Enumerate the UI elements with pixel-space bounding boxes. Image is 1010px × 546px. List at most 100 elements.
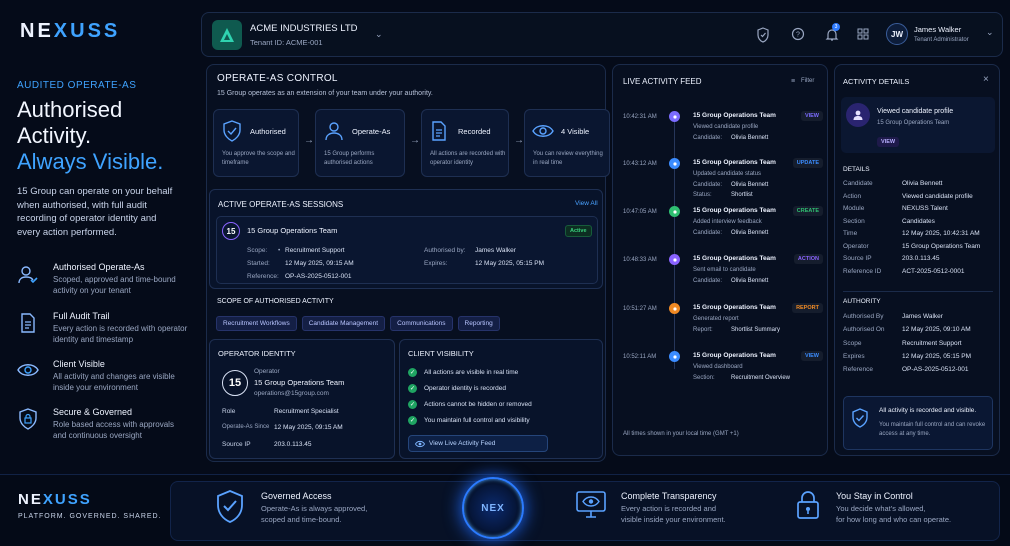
eye-icon [415,440,425,448]
detail-value: Viewed candidate profile [902,192,973,200]
expires-label: Expires: [424,260,448,267]
user-role: Tenant Administrator [914,37,969,43]
visibility-text: All actions are visible in real time [424,369,519,376]
started-value: 12 May 2025, 09:15 AM [285,260,354,267]
hero-headline: Authorised Activity. Always Visible. [17,97,163,175]
activity-type-icon [669,351,680,362]
feed-value: Olivia Bennett [731,230,769,236]
activity-type-icon [669,158,680,169]
monitor-eye-icon [575,490,607,520]
action-tag: VIEW [800,111,823,121]
visibility-item: ✓ You maintain full control and visibili… [408,416,598,428]
arrow-right-icon: → [304,135,314,146]
feed-value: Shortlist [731,192,753,198]
detail-value: 12 May 2025, 10:42:31 AM [902,230,980,237]
top-bar: ACME INDUSTRIES LTD Tenant ID: ACME-001 … [201,12,1003,57]
detail-label: Scope [843,339,862,347]
footer-band: NEXUSS PLATFORM. GOVERNED. SHARED. Gover… [0,474,1010,546]
chevron-down-icon: ⌄ [986,27,994,37]
feed-value: Recruitment Overview [731,375,791,381]
view-live-feed-button[interactable]: View Live Activity Feed [408,435,548,452]
panel-subtitle: 15 Group operates as an extension of you… [217,90,433,97]
visibility-item: ✓ All actions are visible in real time [408,368,598,380]
tenant-id: Tenant ID: ACME-001 [250,38,323,47]
scope-label: Scope: [247,247,268,254]
eye-icon [532,122,554,140]
authorised-by-label: Authorised by: [424,247,466,254]
shield-check-icon [851,408,869,428]
detail-action: Viewed candidate profile [877,108,954,115]
brand-logo[interactable]: NEXUSS [20,20,120,43]
team-badge: 15 [222,222,240,240]
feed-item[interactable]: 10:42:31 AM 15 Group Operations Team Viewe… [619,109,823,153]
feed-key: Candidate: [693,230,723,236]
feed-key: Report: [693,327,713,333]
view-all-link[interactable]: View All [575,200,598,207]
feed-key: Section: [693,375,715,381]
reference-value: OP-AS-2025-0512-001 [285,273,352,280]
tenant-switcher[interactable]: ACME INDUSTRIES LTD Tenant ID: ACME-001 … [212,19,392,51]
feature-title: Full Audit Trail [53,311,110,321]
operator-email: operations@15group.com [254,390,329,397]
feed-key: Candidate: [693,135,723,141]
section-title: CLIENT VISIBILITY [408,349,474,358]
visibility-text: Actions cannot be hidden or removed [424,401,532,408]
notification-count: 3 [832,23,840,31]
expires-value: 12 May 2025, 05:15 PM [475,260,545,267]
user-icon [846,103,870,127]
detail-label: Candidate [843,180,873,187]
session-row[interactable]: 15 15 Group Operations Team Active Scope… [216,216,598,284]
authority-list: Authorised By James Walker Authorised On 12… [843,313,997,379]
scope-value: Recruitment Support [285,247,345,254]
feed-action: Sent email to candidate [693,267,756,273]
footer-feature: Complete Transparency Every action is re… [575,487,755,537]
logo-text-right: USS [70,20,121,42]
panel-title: LIVE ACTIVITY FEED [623,77,702,86]
user-icon [324,121,344,141]
recorded-note: All activity is recorded and visible. Yo… [843,396,993,450]
footer-feature-desc: Every action is recorded and [621,504,717,513]
note-desc: You maintain full control and can revoke… [879,422,986,437]
detail-label: Authorised On [843,326,885,334]
help-icon[interactable]: ? [791,27,805,41]
feed-item[interactable]: 10:47:05 AM 15 Group Operations Team Added… [619,204,823,248]
step-desc: All actions are recorded with operator i… [430,151,506,166]
filter-button[interactable]: ≡ Filter [791,77,823,87]
action-tag: VIEW [877,137,900,147]
detail-label: Reference ID [843,267,882,275]
bullet-dot: • [278,247,281,254]
detail-label: Module [843,205,865,212]
live-activity-feed-panel: LIVE ACTIVITY FEED ≡ Filter 10:42:31 AM 1… [612,64,828,456]
shield-check-icon[interactable] [756,27,770,43]
scope-chip: Recruitment Workflows [216,316,297,331]
detail-label: Time [843,230,858,237]
operator-badge: 15 [222,370,248,396]
feed-time: 10:47:05 AM [623,209,657,215]
filter-label: Filter [801,78,815,84]
feature-desc: All activity and changes are visible ins… [53,372,175,392]
feed-item[interactable]: 10:48:33 AM 15 Group Operations Team Sent … [619,252,823,296]
note-title: All activity is recorded and visible. [879,407,977,414]
close-icon[interactable]: × [983,74,989,85]
feed-action: Viewed candidate profile [693,124,759,130]
activity-details-panel: ACTIVITY DETAILS × Viewed candidate prof… [834,64,1000,456]
logo-x-mark: X [53,20,71,42]
feed-item[interactable]: 10:52:11 AM 15 Group Operations Team Viewe… [619,349,823,393]
footer-feature-desc: You decide what's allowed, [836,504,926,513]
user-menu[interactable]: JW James Walker Tenant Administrator ⌄ [886,19,998,51]
detail-label: Reference [843,366,873,374]
detail-label: Source IP [843,255,872,262]
authorised-by-value: James Walker [475,247,516,254]
apps-grid-icon[interactable] [857,28,869,40]
activity-type-icon [669,254,680,265]
feed-item[interactable]: 10:51:27 AM 15 Group Operations Team Gener… [619,301,823,345]
scope-chip: Communications [390,316,453,331]
footer-feature-desc: Operate-As is always approved, [261,504,368,513]
section-title: DETAILS [843,166,870,173]
feed-item[interactable]: 10:43:12 AM 15 Group Operations Team Updat… [619,156,823,200]
feature-title: Client Visible [53,359,105,369]
shield-lock-icon [18,408,38,430]
action-tag: REPORT [792,303,823,313]
footer-feature: You Stay in Control You decide what's al… [795,487,995,537]
action-tag: VIEW [800,351,823,361]
